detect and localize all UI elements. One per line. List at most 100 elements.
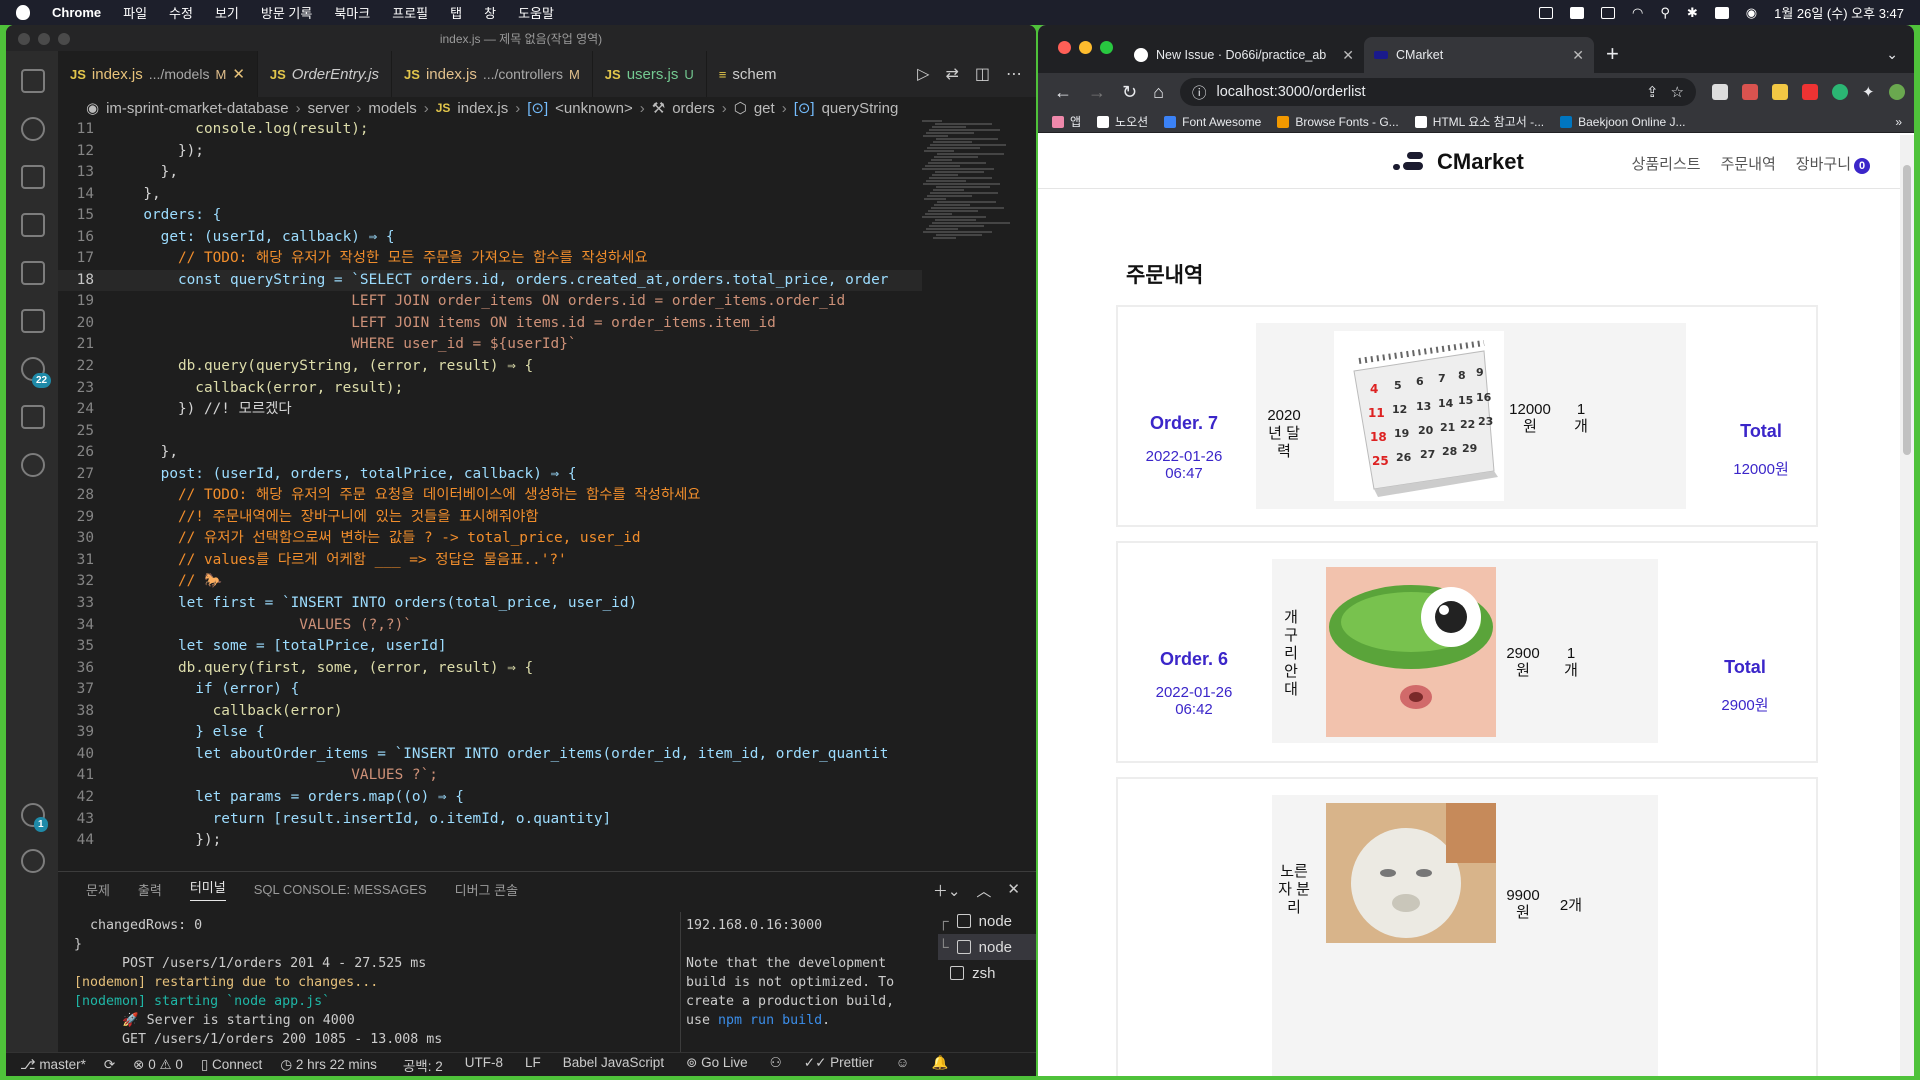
address-bar[interactable]: ⓘ localhost:3000/orderlist ⇪ ☆ <box>1179 78 1696 106</box>
browser-tab-github[interactable]: New Issue · Do66i/practice_ab ✕ <box>1124 37 1364 73</box>
menu-app-name[interactable]: Chrome <box>52 5 101 20</box>
minimap[interactable] <box>922 119 1022 869</box>
breadcrumb-item[interactable]: index.js <box>457 100 508 117</box>
panel-tab-problems[interactable]: 문제 <box>86 880 110 899</box>
menu-item-history[interactable]: 방문 기록 <box>261 3 312 22</box>
breadcrumb-item[interactable]: im-sprint-cmarket-database <box>106 100 289 117</box>
red-extension-icon[interactable] <box>1801 84 1818 100</box>
code-line[interactable]: 27 post: (userId, orders, totalPrice, ca… <box>58 464 922 486</box>
code-line[interactable]: 43 return [result.insertId, o.itemId, o.… <box>58 809 922 831</box>
breadcrumb-item[interactable]: <unknown> <box>555 100 633 117</box>
language-status[interactable]: Babel JavaScript <box>563 1055 664 1075</box>
reload-icon[interactable]: ↻ <box>1122 82 1137 103</box>
code-line[interactable]: 29 //! 주문내역에는 장바구니에 있는 것들을 표시해줘야함 <box>58 507 922 529</box>
code-line[interactable]: 18 const queryString = `SELECT orders.id… <box>58 269 922 292</box>
menu-item-edit[interactable]: 수정 <box>169 3 193 22</box>
panel-tab-terminal[interactable]: 터미널 <box>189 877 226 901</box>
search-icon[interactable] <box>21 117 45 141</box>
indent-status[interactable]: 공백: 2 <box>403 1055 443 1075</box>
code-line[interactable]: 44 }); <box>58 830 922 852</box>
breadcrumb-item[interactable]: queryString <box>822 100 899 117</box>
home-icon[interactable]: ⌂ <box>1153 82 1164 103</box>
explorer-icon[interactable] <box>21 69 45 93</box>
code-line[interactable]: 13 }, <box>58 162 922 184</box>
code-editor[interactable]: 11 console.log(result); 12 }); 13 }, 14 }, 1… <box>58 119 922 869</box>
bookmark-star-icon[interactable]: ☆ <box>1671 83 1684 101</box>
problems-status[interactable]: ⊗ 0 ⚠ 0 <box>133 1057 183 1073</box>
terminal-list-item[interactable]: ┌ node <box>938 908 1036 934</box>
screen-record-icon[interactable] <box>1538 6 1553 19</box>
breadcrumb-item[interactable]: server <box>308 100 350 117</box>
nav-order-list[interactable]: 주문내역 <box>1721 153 1776 174</box>
tab-close-icon[interactable]: ✕ <box>232 65 245 83</box>
code-line[interactable]: 20 LEFT JOIN items ON items.id = order_i… <box>58 313 922 335</box>
code-line[interactable]: 41 VALUES ?`; <box>58 765 922 787</box>
code-line[interactable]: 19 LEFT JOIN order_items ON orders.id = … <box>58 291 922 313</box>
sync-icon[interactable]: ⟳ <box>104 1057 115 1073</box>
close-tab-icon[interactable]: ✕ <box>1572 47 1584 64</box>
code-line[interactable]: 33 let first = `INSERT INTO orders(total… <box>58 593 922 615</box>
green-extension-icon[interactable] <box>1831 84 1848 100</box>
notifications-icon[interactable]: 🔔 <box>931 1055 948 1075</box>
terminal-output[interactable]: changedRows: 0} POST /users/1/orders 201… <box>74 916 674 1068</box>
back-icon[interactable]: ← <box>1054 82 1072 103</box>
new-terminal-icon[interactable]: ＋⌄ <box>933 880 961 901</box>
panel-tab-output[interactable]: 출력 <box>138 880 162 899</box>
menu-item-bookmarks[interactable]: 북마크 <box>334 3 370 22</box>
breadcrumb-item[interactable]: get <box>754 100 775 117</box>
code-line[interactable]: 24 }) //! 모르겠다 <box>58 399 922 421</box>
code-line[interactable]: 39 } else { <box>58 722 922 744</box>
code-line[interactable]: 26 }, <box>58 442 922 464</box>
branch-status[interactable]: ⎇ master* <box>20 1057 86 1073</box>
menu-item-help[interactable]: 도움말 <box>518 3 554 22</box>
remote-explorer-icon[interactable] <box>21 261 45 285</box>
code-line[interactable]: 25 <box>58 421 922 443</box>
code-line[interactable]: 37 if (error) { <box>58 679 922 701</box>
encoding-status[interactable]: UTF-8 <box>465 1055 503 1075</box>
site-info-icon[interactable]: ⓘ <box>1192 82 1207 103</box>
forward-icon[interactable]: → <box>1088 82 1106 103</box>
panel-tab-sql-console[interactable]: SQL CONSOLE: MESSAGES <box>254 882 427 897</box>
tab-index-models[interactable]: JS index.js .../models M ✕ <box>58 51 258 97</box>
bookmark-apps[interactable]: 앱 <box>1052 113 1081 130</box>
input-source-icon[interactable] <box>1714 6 1729 19</box>
minimize-window-button[interactable] <box>38 33 50 45</box>
code-line[interactable]: 15 orders: { <box>58 205 922 227</box>
clock[interactable]: 1월 26일 (수) 오후 3:47 <box>1774 3 1904 22</box>
page-scrollbar[interactable] <box>1900 135 1914 1076</box>
code-line[interactable]: 23 callback(error, result); <box>58 378 922 400</box>
code-line[interactable]: 40 let aboutOrder_items = `INSERT INTO o… <box>58 744 922 766</box>
bookmark-notion[interactable]: 노오션 <box>1097 113 1148 130</box>
tab-schema[interactable]: ≡ schem <box>707 51 789 97</box>
nav-product-list[interactable]: 상품리스트 <box>1632 153 1701 174</box>
nav-cart[interactable]: 장바구니 0 <box>1796 153 1870 174</box>
code-line[interactable]: 12 }); <box>58 141 922 163</box>
eol-status[interactable]: LF <box>525 1055 541 1075</box>
site-logo[interactable]: CMarket <box>1393 149 1524 175</box>
connect-status[interactable]: ▯ Connect <box>201 1057 262 1073</box>
code-line[interactable]: 11 console.log(result); <box>58 119 922 141</box>
prettier-status[interactable]: ✓✓ Prettier <box>804 1055 874 1075</box>
url-text[interactable]: localhost:3000/orderlist <box>1216 84 1365 100</box>
bluetooth-icon[interactable]: ✱ <box>1687 5 1698 21</box>
window-tile-icon[interactable] <box>1569 6 1584 19</box>
apple-icon[interactable] <box>16 5 30 20</box>
close-panel-icon[interactable]: ✕ <box>1007 880 1020 901</box>
highlighter-extension-icon[interactable] <box>1771 84 1788 100</box>
code-line[interactable]: 14 }, <box>58 184 922 206</box>
menu-item-profile[interactable]: 프로필 <box>392 3 428 22</box>
close-tab-icon[interactable]: ✕ <box>1342 47 1354 64</box>
tab-index-controllers[interactable]: JS index.js .../controllers M <box>392 51 593 97</box>
control-center-icon[interactable]: ◉ <box>1746 5 1757 21</box>
panel-tab-debug-console[interactable]: 디버그 콘솔 <box>455 880 518 899</box>
bookmarks-overflow-icon[interactable]: » <box>1895 115 1914 129</box>
scrollbar-thumb[interactable] <box>1903 165 1911 455</box>
time-tracker[interactable]: ◷ 2 hrs 22 mins <box>280 1057 377 1073</box>
lightning-icon[interactable] <box>21 453 45 477</box>
browser-tab-cmarket[interactable]: CMarket ✕ <box>1364 37 1594 73</box>
code-line[interactable]: 28 // TODO: 해당 유저의 주문 요청을 데이터베이스에 생성하는 함… <box>58 485 922 507</box>
wifi-icon[interactable]: ◠ <box>1632 5 1643 21</box>
share-icon[interactable]: ⇪ <box>1646 83 1659 101</box>
code-line[interactable]: 38 callback(error) <box>58 701 922 723</box>
code-line[interactable]: 42 let params = orders.map((o) ⇒ { <box>58 787 922 809</box>
